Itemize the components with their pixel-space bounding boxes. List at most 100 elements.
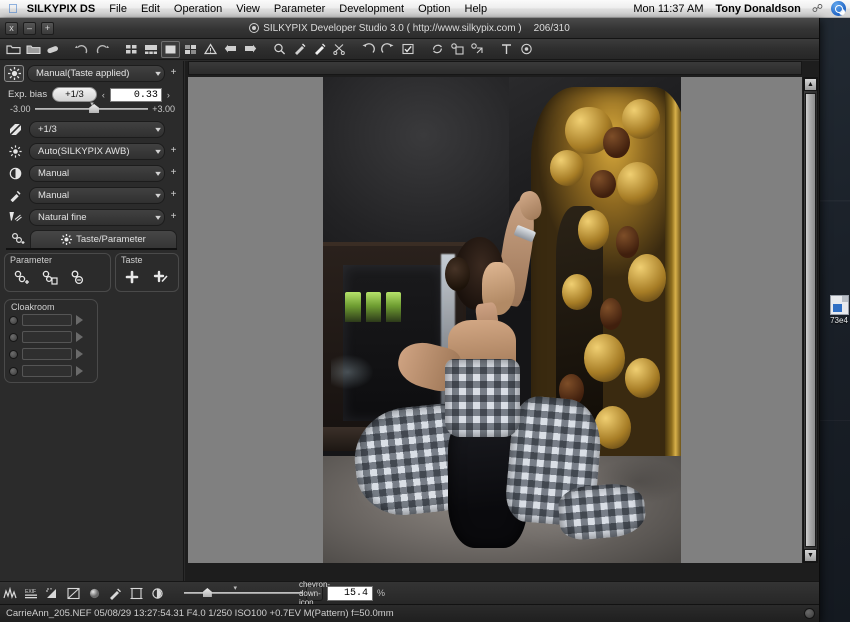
- cloakroom-slot-field[interactable]: [22, 331, 72, 343]
- single-view-icon[interactable]: [161, 40, 180, 58]
- develop-batch-icon[interactable]: [467, 40, 487, 59]
- exposure-bias-increment[interactable]: ›: [167, 90, 170, 100]
- cloakroom-apply-arrow-icon[interactable]: [76, 315, 83, 325]
- menu-app-name[interactable]: SILKYPIX DS: [27, 0, 102, 17]
- preview-photo[interactable]: [323, 77, 681, 563]
- cloakroom-apply-arrow-icon[interactable]: [76, 366, 83, 376]
- menu-item-view[interactable]: View: [229, 0, 267, 17]
- scissors-icon[interactable]: [329, 40, 349, 59]
- cloakroom-radio-icon[interactable]: [9, 349, 18, 359]
- thumbnail-grid-icon[interactable]: [121, 40, 141, 59]
- white-balance-value: Auto(SILKYPIX AWB): [38, 145, 130, 157]
- next-image-icon[interactable]: [240, 40, 260, 59]
- apple-icon[interactable]: : [8, 2, 18, 15]
- silkypix-mark-icon[interactable]: [516, 40, 536, 59]
- undo-icon[interactable]: [72, 40, 92, 59]
- menubar-clock[interactable]: Mon 11:37 AM: [627, 0, 709, 17]
- sphere-preview-icon[interactable]: [84, 583, 105, 603]
- parameter-apply-button[interactable]: [64, 266, 90, 288]
- save-develop-icon[interactable]: [447, 40, 467, 59]
- previous-image-icon[interactable]: [220, 40, 240, 59]
- menu-item-operation[interactable]: Operation: [167, 0, 229, 17]
- sharpness-reset-button[interactable]: +: [168, 211, 179, 223]
- taste-apply-button[interactable]: [147, 266, 173, 288]
- menu-item-development[interactable]: Development: [332, 0, 411, 17]
- open-folder-icon[interactable]: [3, 40, 23, 59]
- cloakroom-radio-icon[interactable]: [9, 332, 18, 342]
- exposure-reset-button[interactable]: +: [168, 68, 179, 79]
- menubar-user[interactable]: Tony Donaldson: [710, 0, 807, 17]
- rotate-refresh-icon[interactable]: [427, 40, 447, 59]
- tab-taste-parameter[interactable]: Taste/Parameter: [30, 230, 177, 248]
- parameter-add-icon[interactable]: [7, 230, 27, 248]
- exposure-mode-select[interactable]: Manual(Taste applied) ▾: [27, 65, 165, 82]
- vertical-scrollbar[interactable]: ▲ ▼: [803, 77, 818, 563]
- cloakroom-radio-icon[interactable]: [9, 366, 18, 376]
- batch-icon[interactable]: [43, 40, 63, 59]
- cloakroom-slot-field[interactable]: [22, 365, 72, 377]
- check-mark-icon[interactable]: [398, 40, 418, 59]
- image-canvas[interactable]: [188, 77, 802, 563]
- desktop-file-icon[interactable]: 73e4: [826, 295, 850, 325]
- highlight-warning-icon[interactable]: [42, 583, 63, 603]
- exposure-bias-input[interactable]: 0.33: [109, 87, 162, 102]
- exposure-compensation-icon[interactable]: [4, 120, 26, 138]
- menu-item-file[interactable]: File: [102, 0, 134, 17]
- menu-item-edit[interactable]: Edit: [134, 0, 167, 17]
- white-balance-reset-button[interactable]: +: [168, 145, 179, 157]
- cloakroom-slot-field[interactable]: [22, 348, 72, 360]
- open-folder-alt-icon[interactable]: [23, 40, 43, 59]
- white-balance-select[interactable]: Auto(SILKYPIX AWB) ▾: [29, 142, 165, 160]
- zoom-preset-select[interactable]: chevron-down-icon: [299, 580, 330, 607]
- search-icon[interactable]: [831, 1, 846, 16]
- color-tone-icon[interactable]: [4, 186, 26, 204]
- exposure-sun-icon[interactable]: [4, 65, 24, 82]
- taste-add-button[interactable]: [119, 266, 145, 288]
- color-tone-select[interactable]: Manual ▾: [29, 186, 165, 204]
- crop-aspect-icon[interactable]: [126, 583, 147, 603]
- sharpness-select[interactable]: Natural fine ▾: [29, 208, 165, 226]
- cloakroom-apply-arrow-icon[interactable]: [76, 349, 83, 359]
- cloakroom-slot-field[interactable]: [22, 314, 72, 326]
- cloakroom-radio-icon[interactable]: [9, 315, 18, 325]
- contrast-select[interactable]: Manual ▾: [29, 164, 165, 182]
- vertical-scroll-thumb[interactable]: [805, 93, 816, 547]
- zoom-icon[interactable]: [269, 40, 289, 59]
- sharpness-icon[interactable]: [4, 208, 26, 226]
- white-balance-picker-icon[interactable]: [289, 40, 309, 59]
- cloakroom-apply-arrow-icon[interactable]: [76, 332, 83, 342]
- exif-icon[interactable]: EXIF: [21, 583, 42, 603]
- scroll-up-button[interactable]: ▲: [804, 78, 817, 91]
- filmstrip-icon[interactable]: [141, 40, 161, 59]
- redo-icon[interactable]: [92, 40, 112, 59]
- rotate-left-icon[interactable]: [358, 40, 378, 59]
- zoom-slider-thumb[interactable]: [202, 588, 212, 597]
- color-tone-reset-button[interactable]: +: [168, 189, 179, 201]
- scroll-down-button[interactable]: ▼: [804, 549, 817, 562]
- bluetooth-icon[interactable]: ☍: [807, 2, 828, 15]
- exposure-bias-decrement[interactable]: ‹: [102, 90, 105, 100]
- rotate-preview-icon[interactable]: [147, 583, 168, 603]
- menu-item-option[interactable]: Option: [411, 0, 457, 17]
- contrast-icon[interactable]: [4, 164, 26, 182]
- histogram-icon[interactable]: [0, 583, 21, 603]
- contrast-reset-button[interactable]: +: [168, 167, 179, 179]
- zoom-slider[interactable]: ▾: [184, 585, 302, 597]
- gray-balance-picker-icon[interactable]: [309, 40, 329, 59]
- resize-grip-icon[interactable]: [804, 608, 815, 619]
- compare-view-icon[interactable]: [180, 40, 200, 59]
- rotate-right-icon[interactable]: [378, 40, 398, 59]
- parameter-copy-button[interactable]: [36, 266, 62, 288]
- exposure-compensation-select[interactable]: +1/3 ▾: [29, 120, 165, 138]
- text-tool-icon[interactable]: [496, 40, 516, 59]
- parameter-add-button[interactable]: [8, 266, 34, 288]
- menu-item-parameter[interactable]: Parameter: [267, 0, 332, 17]
- tone-curve-icon[interactable]: [63, 583, 84, 603]
- zoom-value-input[interactable]: 15.4: [327, 585, 373, 601]
- slider-track[interactable]: ▾: [34, 101, 149, 113]
- color-gradient-icon[interactable]: [105, 583, 126, 603]
- exposure-bias-slider[interactable]: -3.00 ▾ +3.00: [10, 101, 175, 114]
- warning-icon[interactable]: [200, 40, 220, 59]
- white-balance-icon[interactable]: [4, 142, 26, 160]
- menu-item-help[interactable]: Help: [458, 0, 495, 17]
